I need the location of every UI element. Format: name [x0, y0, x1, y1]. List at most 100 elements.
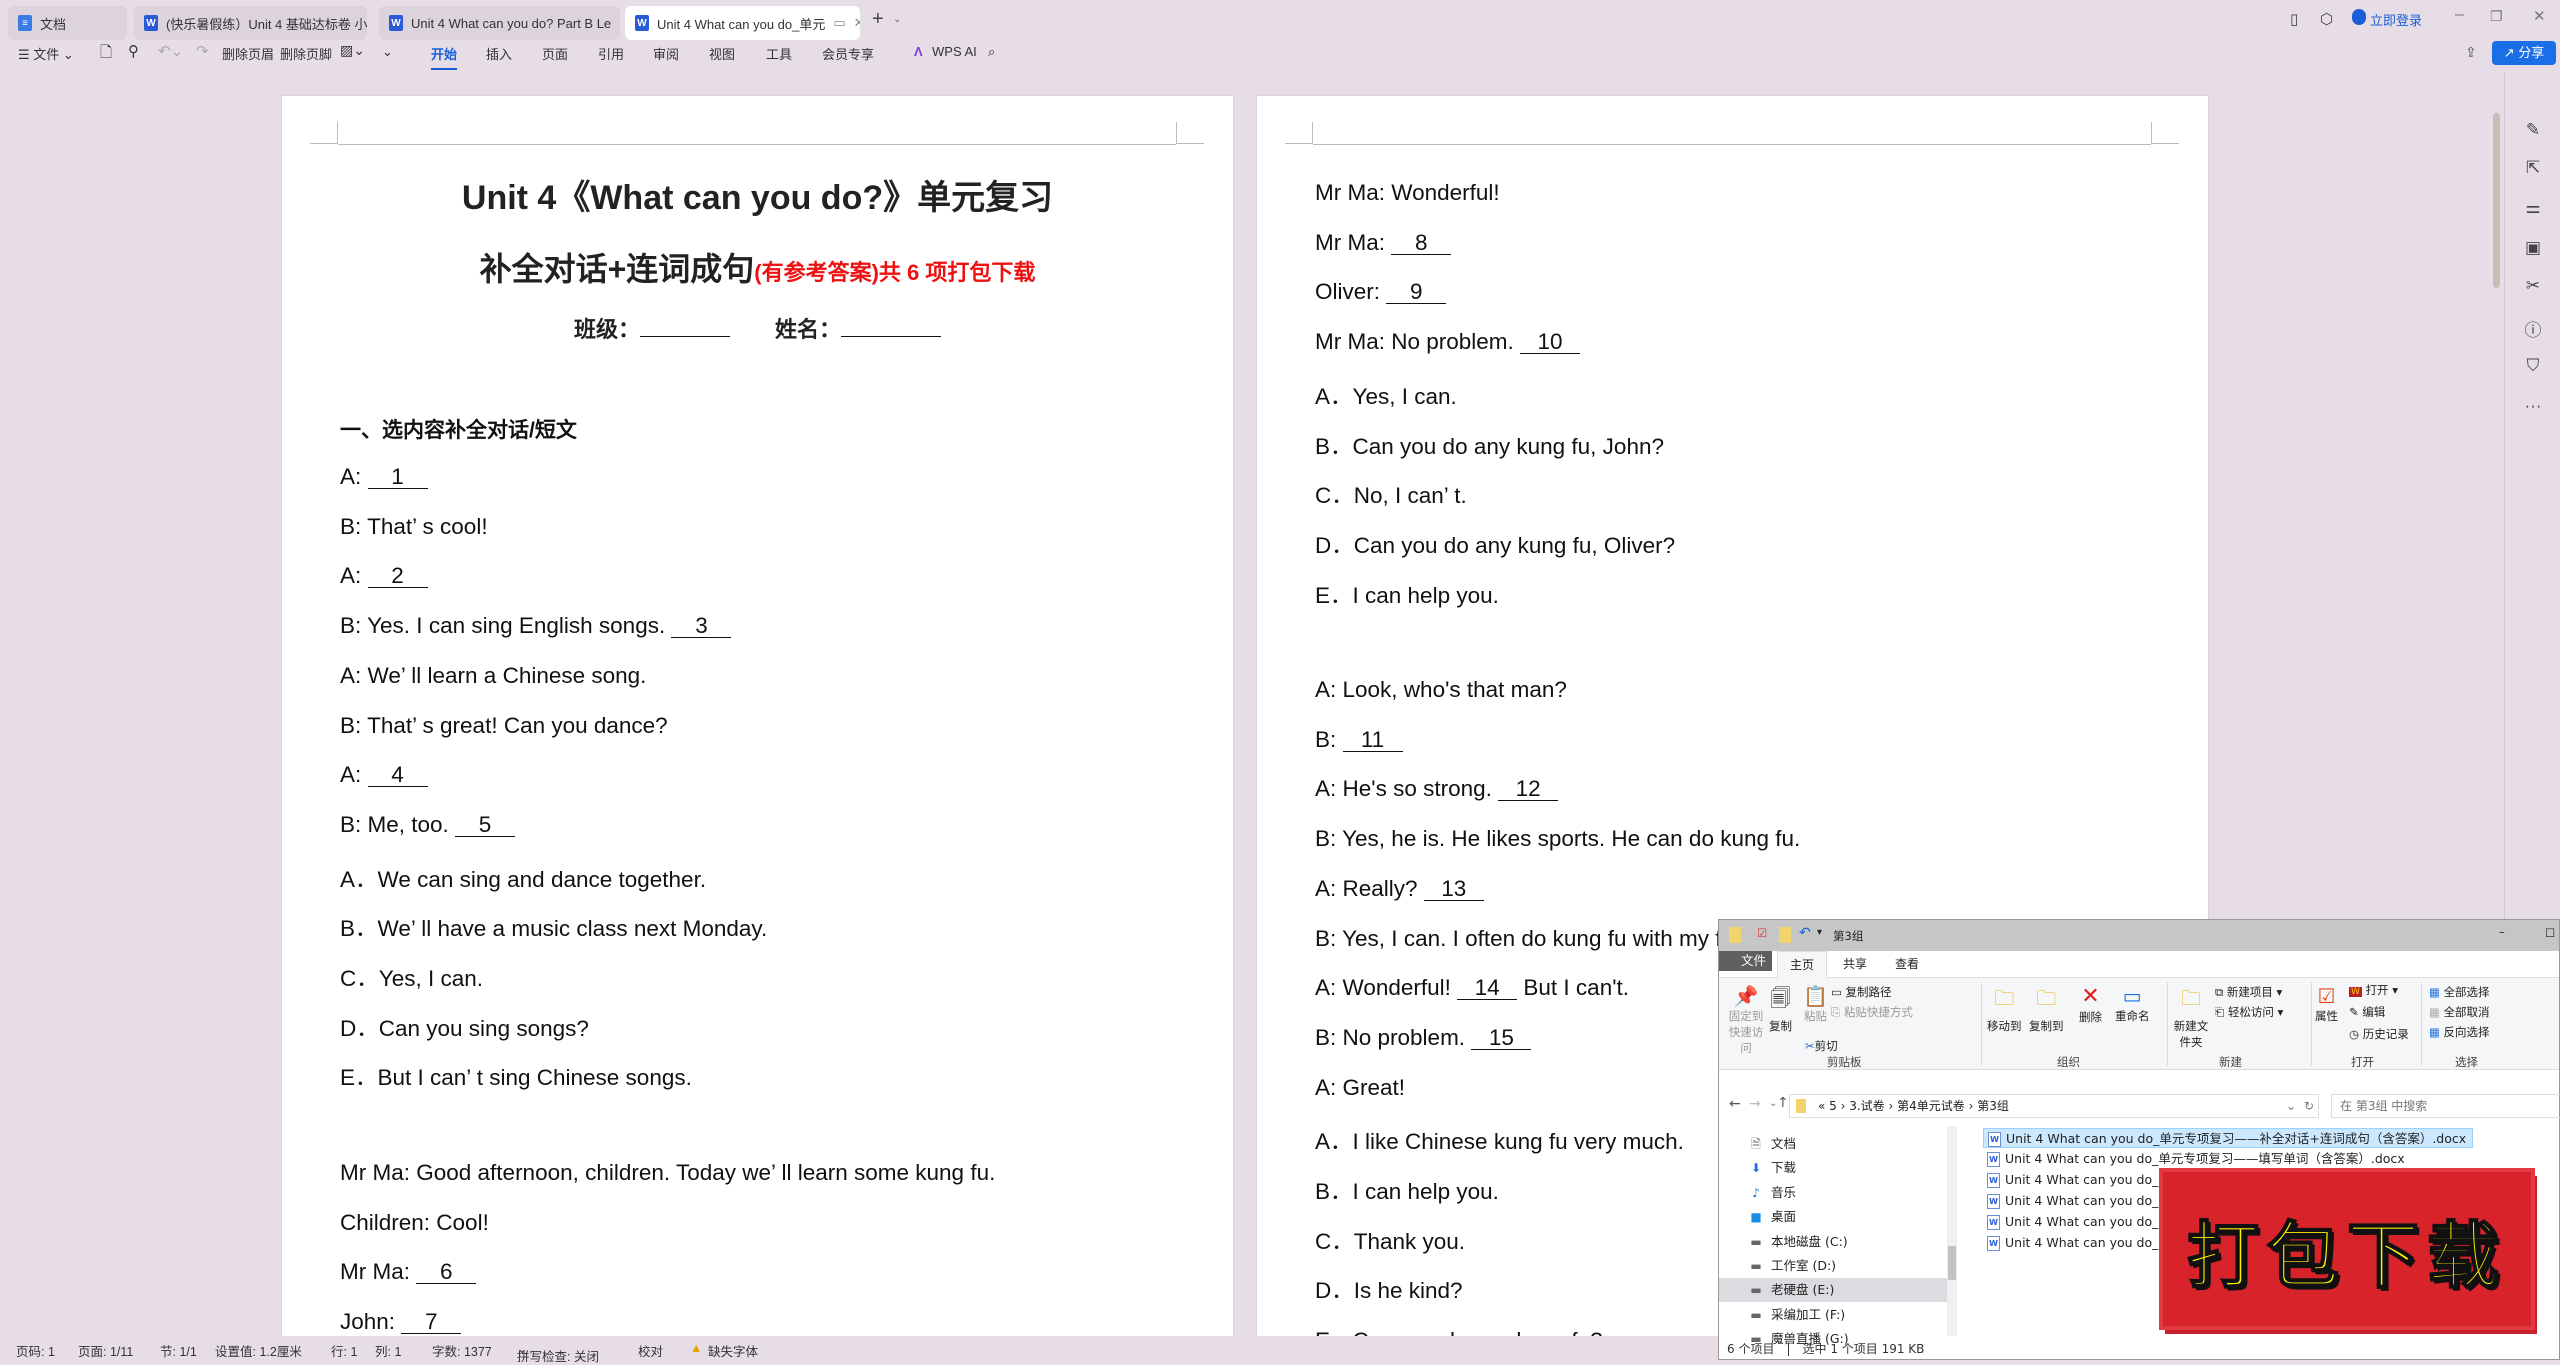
- status-pages[interactable]: 页面: 1/11: [78, 1341, 133, 1360]
- window-layout-icon[interactable]: ▯: [2290, 10, 2298, 28]
- proofread-button[interactable]: 校对: [638, 1341, 663, 1360]
- sliders-icon[interactable]: ⚌: [2520, 198, 2546, 224]
- address-dropdown-icon[interactable]: ⌄: [2286, 1095, 2296, 1117]
- new-item-button[interactable]: ⧉ 新建项目 ▾: [2215, 984, 2282, 1000]
- nav-item[interactable]: 🗎 文档: [1719, 1132, 1947, 1156]
- edit-button[interactable]: ✎ 编辑: [2349, 1004, 2385, 1020]
- name-field[interactable]: [841, 336, 942, 337]
- style-icon[interactable]: ▣: [2520, 238, 2546, 264]
- tab-tools[interactable]: 工具: [766, 44, 792, 63]
- pin-quick-access-button[interactable]: 📌 固定到快速访问: [1727, 984, 1765, 1056]
- move-to-button[interactable]: 🗀 移动到: [1987, 984, 2022, 1034]
- chevron-down-icon[interactable]: ⌄: [893, 14, 901, 25]
- save-icon[interactable]: 🗋: [100, 42, 112, 67]
- nav-item[interactable]: ■ 桌面: [1719, 1205, 1947, 1229]
- user-avatar-icon[interactable]: [2352, 9, 2366, 25]
- format-painter-icon[interactable]: ⚲: [128, 42, 139, 60]
- nav-item[interactable]: ⬇ 下载: [1719, 1156, 1947, 1180]
- copy-button[interactable]: 🗐 复制: [1769, 984, 1792, 1034]
- cut-button[interactable]: ✂剪切: [1805, 1038, 1838, 1054]
- wps-ai-button[interactable]: WPS AI: [932, 44, 977, 59]
- spell-check-toggle[interactable]: 拼写检查: 关闭 ⌄: [517, 1341, 599, 1364]
- new-folder-button[interactable]: 🗀 新建文件夹: [2173, 984, 2209, 1050]
- help-icon[interactable]: ⓘ: [2520, 316, 2546, 342]
- paste-shortcut-button[interactable]: ⎘ 粘贴快捷方式: [1831, 1004, 1913, 1020]
- history-button[interactable]: ◷ 历史记录: [2349, 1026, 2409, 1042]
- document-page-1[interactable]: Unit 4《What can you do?》单元复习 补全对话+连词成句(有…: [282, 96, 1233, 1336]
- up-icon[interactable]: ↑: [1777, 1095, 1789, 1111]
- close-tab-icon[interactable]: ✕: [854, 15, 860, 31]
- theme-icon[interactable]: ⛉: [2520, 356, 2546, 382]
- share-button[interactable]: ↗ 分享: [2492, 41, 2556, 65]
- border-icon[interactable]: ▨⌄: [340, 42, 365, 59]
- nav-item[interactable]: ▬ 本地磁盘 (C:): [1719, 1230, 1947, 1254]
- properties-button[interactable]: ☑ 属性: [2315, 984, 2338, 1024]
- vertical-scrollbar[interactable]: [2493, 113, 2500, 288]
- new-folder-quick-icon[interactable]: [1779, 927, 1791, 943]
- minimize-button[interactable]: –: [2455, 6, 2464, 24]
- tab-active-document[interactable]: W Unit 4 What can you do_单元 ▭ ✕: [625, 6, 860, 40]
- ribbon-tab-file[interactable]: 文件: [1719, 951, 1773, 971]
- tab-references[interactable]: 引用: [598, 44, 624, 63]
- nav-item[interactable]: ▬ 老硬盘 (E:): [1719, 1278, 1947, 1303]
- address-bar[interactable]: « 5 › 3.试卷 › 第4单元试卷 › 第3组 ⌄ ↻: [1789, 1094, 2319, 1118]
- undo-icon[interactable]: ↶⌄: [158, 42, 183, 60]
- missing-font-button[interactable]: 缺失字体: [708, 1341, 758, 1360]
- ribbon-tab-home[interactable]: 主页: [1777, 951, 1828, 978]
- breadcrumb-item[interactable]: 第3组: [1977, 1099, 2009, 1113]
- tab-insert[interactable]: 插入: [486, 44, 512, 63]
- restore-button[interactable]: ❐: [2490, 8, 2503, 25]
- tab-docs[interactable]: ≡ 文档: [8, 6, 127, 40]
- class-field[interactable]: [640, 336, 730, 337]
- tab-view[interactable]: 视图: [709, 44, 735, 63]
- cloud-upload-icon[interactable]: ⇪: [2465, 44, 2477, 61]
- copy-path-button[interactable]: ▭ 复制路径: [1831, 984, 1892, 1000]
- cursor-icon[interactable]: ⇱: [2520, 158, 2546, 184]
- close-window-button[interactable]: ✕: [2533, 7, 2546, 25]
- undo-icon[interactable]: ↶: [1799, 925, 1811, 941]
- tab-home[interactable]: 开始: [431, 44, 458, 70]
- ribbon-tab-view[interactable]: 查看: [1883, 951, 1931, 978]
- tab-review[interactable]: 审阅: [653, 44, 679, 63]
- tab-membership[interactable]: 会员专享: [822, 44, 874, 63]
- delete-header-button[interactable]: 删除页眉: [222, 44, 274, 63]
- paste-button[interactable]: 📋 粘贴: [1803, 984, 1828, 1024]
- redo-icon[interactable]: ↷: [196, 42, 209, 60]
- tab-document[interactable]: W (快乐暑假练）Unit 4 基础达标卷 小: [134, 6, 367, 40]
- new-tab-icon[interactable]: +: [872, 8, 884, 31]
- file-menu[interactable]: ☰ 文件 ⌄: [18, 44, 74, 63]
- tools-icon[interactable]: ✂: [2520, 276, 2546, 302]
- nav-scrollbar[interactable]: [1947, 1126, 1957, 1336]
- nav-item[interactable]: ♪ 音乐: [1719, 1181, 1947, 1205]
- breadcrumb-item[interactable]: 5: [1829, 1099, 1837, 1113]
- customize-chevron-icon[interactable]: ▾: [1817, 927, 1822, 938]
- more-chevron-icon[interactable]: ⌄: [382, 44, 393, 60]
- forward-icon[interactable]: →: [1749, 1096, 1761, 1112]
- ribbon-tab-share[interactable]: 共享: [1831, 951, 1879, 978]
- login-link[interactable]: 立即登录: [2370, 10, 2422, 29]
- copy-to-button[interactable]: 🗀 复制到: [2029, 984, 2064, 1034]
- file-item[interactable]: W Unit 4 What can you do_单元专项复习——填写单词（含答案…: [1983, 1149, 2411, 1169]
- breadcrumb-item[interactable]: 第4单元试卷: [1897, 1099, 1965, 1113]
- rename-button[interactable]: ▭ 重命名: [2115, 984, 2150, 1024]
- open-button[interactable]: W 打开 ▾: [2349, 982, 2398, 998]
- file-item[interactable]: W Unit 4 What can you do_单元专项复习——补全对话+连词成…: [1983, 1128, 2474, 1148]
- status-word-count[interactable]: 字数: 1377: [432, 1341, 492, 1360]
- minimize-button[interactable]: –: [2499, 925, 2505, 939]
- search-input[interactable]: 在 第3组 中搜索: [2331, 1094, 2560, 1118]
- invert-selection-button[interactable]: ▦ 反向选择: [2429, 1024, 2490, 1040]
- refresh-icon[interactable]: ↻: [2304, 1095, 2314, 1117]
- select-all-button[interactable]: ▦ 全部选择: [2429, 984, 2490, 1000]
- nav-item[interactable]: ▬ 采编加工 (F:): [1719, 1303, 1947, 1327]
- explorer-titlebar[interactable]: ☑ ↶ ▾ 第3组 – ☐: [1719, 920, 2559, 951]
- properties-quick-icon[interactable]: ☑: [1757, 926, 1767, 940]
- back-icon[interactable]: ←: [1729, 1096, 1741, 1112]
- pen-icon[interactable]: ✎: [2520, 120, 2546, 146]
- tab-page[interactable]: 页面: [542, 44, 568, 63]
- easy-access-button[interactable]: ⎗ 轻松访问 ▾: [2215, 1004, 2283, 1020]
- cube-icon[interactable]: ⬡: [2320, 10, 2333, 28]
- select-none-button[interactable]: ▦ 全部取消: [2429, 1004, 2490, 1020]
- search-icon[interactable]: ⌕: [988, 44, 995, 60]
- delete-button[interactable]: ✕ 删除: [2079, 984, 2102, 1025]
- monitor-icon[interactable]: ▭: [833, 15, 845, 31]
